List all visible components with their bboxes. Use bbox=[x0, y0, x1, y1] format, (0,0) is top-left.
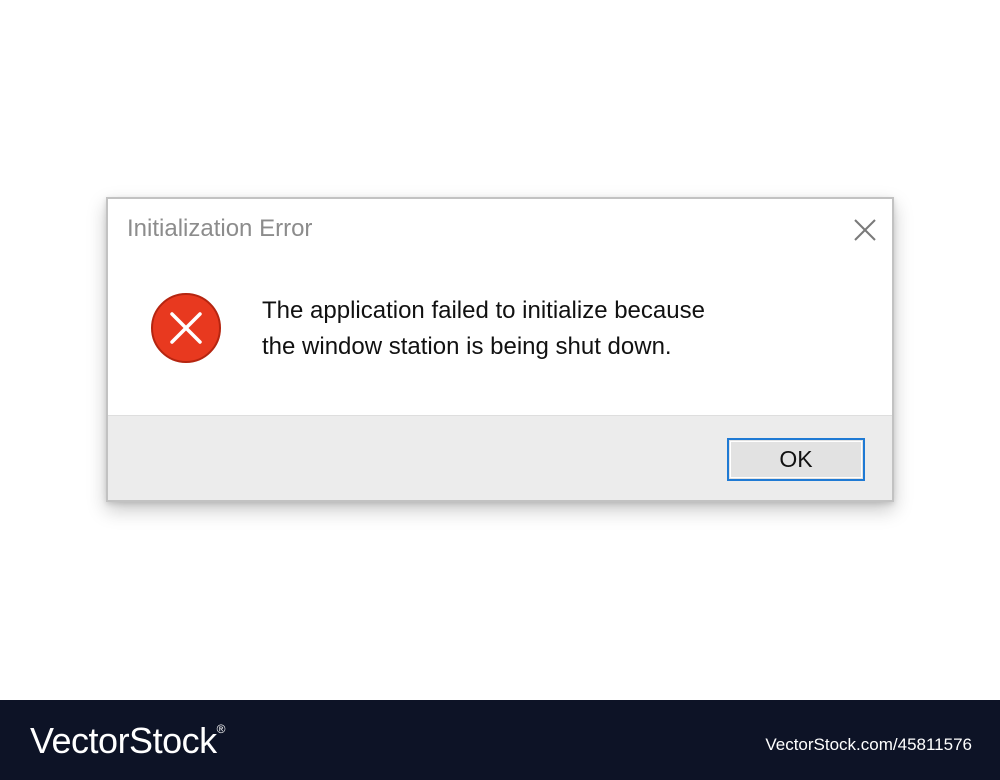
dialog-title: Initialization Error bbox=[127, 215, 313, 242]
watermark-logo: VectorStock® bbox=[30, 720, 225, 762]
registered-mark: ® bbox=[216, 722, 226, 736]
close-icon bbox=[854, 219, 876, 241]
error-message: The application failed to initialize bec… bbox=[262, 293, 822, 365]
error-icon bbox=[150, 292, 222, 364]
watermark-bar: VectorStock® VectorStock.com/45811576 bbox=[0, 700, 1000, 780]
dialog-footer: OK bbox=[108, 415, 892, 500]
watermark-id: VectorStock.com/45811576 bbox=[765, 735, 972, 754]
ok-button[interactable]: OK bbox=[727, 438, 865, 481]
error-dialog: Initialization Error The application fai… bbox=[106, 197, 894, 502]
error-message-line: the window station is being shut down. bbox=[262, 333, 672, 360]
watermark-logo-text: VectorStock bbox=[30, 720, 217, 761]
close-button[interactable] bbox=[848, 213, 882, 247]
error-message-line: The application failed to initialize bec… bbox=[262, 297, 705, 324]
